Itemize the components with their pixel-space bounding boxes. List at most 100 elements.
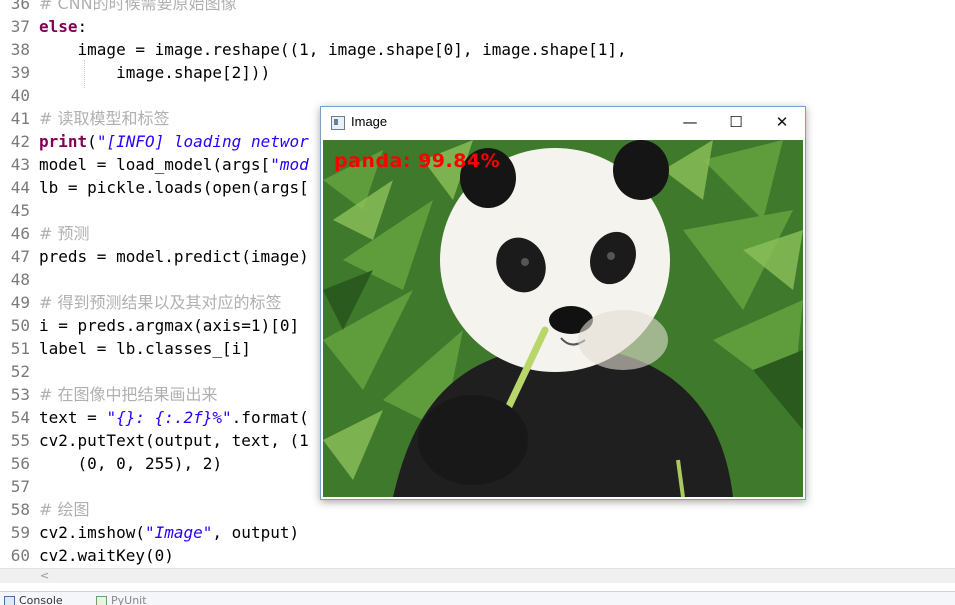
code-token: cv2.waitKey(: [39, 546, 155, 565]
line-number: 57: [4, 475, 30, 498]
code-token: lb = pickle.loads(open(args[: [39, 178, 309, 197]
code-token: 255: [145, 454, 174, 473]
horizontal-scrollbar[interactable]: <: [0, 568, 955, 584]
code-token: image = image.reshape((: [39, 40, 299, 59]
code-token: 0: [444, 40, 454, 59]
code-token: cv2.putText(output, text, (1: [39, 431, 309, 450]
code-text: preds = model.predict(image): [39, 245, 309, 268]
code-token: ]: [289, 316, 299, 335]
code-line[interactable]: 37 else:: [0, 15, 955, 38]
code-token: print: [39, 132, 87, 151]
code-token: ], image.shape[: [453, 40, 598, 59]
code-token: image.shape[: [39, 63, 232, 82]
line-number: 48: [4, 268, 30, 291]
code-token: cv2.imshow(: [39, 523, 145, 542]
line-number: 46: [4, 222, 30, 245]
code-text: lb = pickle.loads(open(args[: [39, 176, 309, 199]
code-line[interactable]: 58# 绘图: [0, 498, 955, 521]
code-text: cv2.waitKey(0): [39, 544, 174, 567]
scroll-left-arrow-icon[interactable]: <: [40, 569, 49, 582]
separator: [0, 583, 955, 591]
tab-pyunit[interactable]: PyUnit: [96, 594, 147, 605]
code-text: model = load_model(args["mod: [39, 153, 309, 176]
code-text: i = preds.argmax(axis=1)[0]: [39, 314, 299, 337]
code-text: # 在图像中把结果画出来: [39, 383, 218, 406]
code-token: # 绘图: [39, 500, 90, 519]
line-number: 38: [4, 38, 30, 61]
code-token: ),: [174, 454, 203, 473]
line-number: 41: [4, 107, 30, 130]
code-token: (: [39, 454, 87, 473]
window-app-icon: [331, 116, 345, 130]
code-token: i = preds.argmax(axis=: [39, 316, 251, 335]
code-token: ],: [607, 40, 626, 59]
code-token: .format(: [232, 408, 309, 427]
code-token: "Image": [145, 523, 212, 542]
code-token: 1: [251, 316, 261, 335]
window-titlebar[interactable]: Image — ☐ ✕: [321, 107, 805, 139]
code-token: "[INFO] loading networ: [97, 132, 309, 151]
code-token: label = lb.classes_[i]: [39, 339, 251, 358]
code-token: 1: [598, 40, 608, 59]
code-text: print("[INFO] loading networ: [39, 130, 309, 153]
code-line[interactable]: 38 image = image.reshape((1, image.shape…: [0, 38, 955, 61]
code-text: # 读取模型和标签: [39, 107, 170, 130]
minimize-button[interactable]: —: [667, 107, 713, 139]
code-token: else: [39, 17, 78, 36]
window-title: Image: [351, 114, 387, 129]
code-text: (0, 0, 255), 2): [39, 452, 222, 475]
line-number: 55: [4, 429, 30, 452]
code-line[interactable]: 36 # CNN的时候需要原始图像: [0, 0, 955, 15]
code-text: cv2.imshow("Image", output): [39, 521, 299, 544]
code-text: else:: [39, 15, 87, 38]
line-number: 42: [4, 130, 30, 153]
line-number: 59: [4, 521, 30, 544]
line-number: 37: [4, 15, 30, 38]
line-number: 54: [4, 406, 30, 429]
prediction-label: panda: 99.84%: [334, 150, 500, 172]
line-number: 40: [4, 84, 30, 107]
line-number: 39: [4, 61, 30, 84]
code-token: 1: [299, 40, 309, 59]
line-number: 53: [4, 383, 30, 406]
code-text: # CNN的时候需要原始图像: [39, 0, 237, 15]
code-text: label = lb.classes_[i]: [39, 337, 251, 360]
code-token: # 读取模型和标签: [39, 109, 170, 128]
code-line[interactable]: 60 cv2.waitKey(0): [0, 544, 955, 567]
code-token: preds = model.predict(image): [39, 247, 309, 266]
code-text: # 得到预测结果以及其对应的标签: [39, 291, 282, 314]
code-token: # 得到预测结果以及其对应的标签: [39, 293, 282, 312]
panda-photo: [323, 140, 803, 497]
maximize-button[interactable]: ☐: [713, 107, 759, 139]
line-number: 43: [4, 153, 30, 176]
line-number: 60: [4, 544, 30, 567]
line-number: 44: [4, 176, 30, 199]
code-line[interactable]: 40: [0, 84, 955, 107]
code-token: 0: [116, 454, 126, 473]
code-text: cv2.putText(output, text, (1: [39, 429, 309, 452]
tab-console[interactable]: Console: [4, 594, 63, 605]
code-token: 0: [87, 454, 97, 473]
code-token: "mod: [270, 155, 309, 174]
code-token: ,: [97, 454, 116, 473]
code-token: :: [78, 17, 88, 36]
tab-pyunit-label: PyUnit: [111, 594, 147, 605]
indent-guide: [84, 60, 86, 88]
code-text: image = image.reshape((1, image.shape[0]…: [39, 38, 627, 61]
code-token: "{}: {:.2f}%": [106, 408, 231, 427]
code-line[interactable]: 59 cv2.imshow("Image", output): [0, 521, 955, 544]
tab-console-label: Console: [19, 594, 63, 605]
code-text: image.shape[2])): [39, 61, 270, 84]
image-canvas: panda: 99.84%: [323, 140, 803, 497]
code-token: ): [212, 454, 222, 473]
line-number: 52: [4, 360, 30, 383]
image-window[interactable]: Image — ☐ ✕: [320, 106, 806, 500]
code-line[interactable]: 39 image.shape[2])): [0, 61, 955, 84]
close-button[interactable]: ✕: [759, 107, 805, 139]
line-number: 36: [4, 0, 30, 15]
code-token: 2: [232, 63, 242, 82]
code-token: 0: [155, 546, 165, 565]
code-token: ): [164, 546, 174, 565]
code-token: text =: [39, 408, 106, 427]
code-token: # CNN的时候需要原始图像: [39, 0, 237, 13]
